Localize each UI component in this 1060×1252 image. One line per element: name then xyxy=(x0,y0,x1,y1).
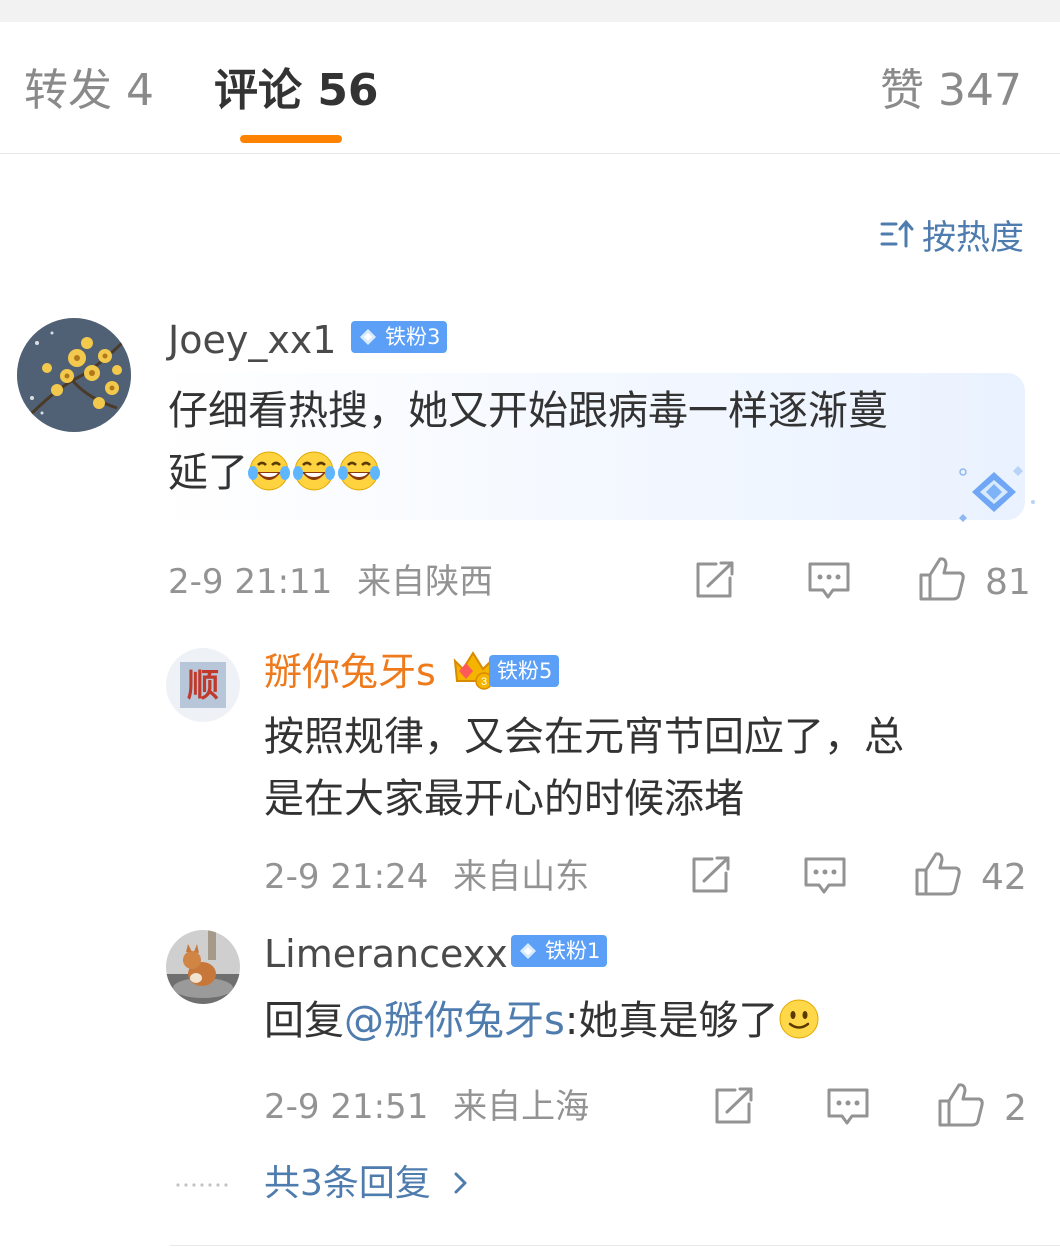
tab-comments[interactable]: 评论 56 xyxy=(214,64,379,118)
reply-meta: 2-9 21:24 来自山东 xyxy=(264,857,589,897)
sort-icon xyxy=(880,219,914,248)
more-replies-label: 共3条回复 xyxy=(264,1163,431,1204)
sort-button[interactable]: 按热度 xyxy=(880,214,1024,258)
fan-badge[interactable]: 铁粉5 xyxy=(489,655,560,687)
divider xyxy=(170,1245,1060,1246)
smile-emoji-icon xyxy=(779,999,819,1039)
like-count: 2 xyxy=(1004,1088,1027,1129)
fan-badge[interactable]: 铁粉1 xyxy=(511,935,608,967)
comment-text-line-2-text: 延了 xyxy=(168,450,248,496)
like-icon[interactable] xyxy=(918,556,966,602)
fan-badge-label: 铁粉1 xyxy=(545,939,601,963)
dotted-line xyxy=(176,1183,228,1187)
reply-text: 回复@掰你兔牙s:她真是够了 xyxy=(264,990,1024,1052)
share-icon[interactable] xyxy=(690,855,732,895)
sort-label: 按热度 xyxy=(922,217,1024,258)
laugh-cry-emoji-icon xyxy=(248,450,380,492)
reply-time: 2-9 21:24 xyxy=(264,857,429,897)
fan-badge[interactable]: 铁粉3 xyxy=(351,321,448,353)
reply-username[interactable]: Limerancexx xyxy=(264,932,508,976)
reply-time: 2-9 21:51 xyxy=(264,1087,429,1127)
comment-time: 2-9 21:11 xyxy=(168,562,333,602)
tab-bar: 转发 4 评论 56 赞 347 xyxy=(0,22,1060,154)
like-count: 81 xyxy=(985,562,1031,603)
svg-text:3: 3 xyxy=(481,676,487,688)
mention-link[interactable]: @掰你兔牙s xyxy=(344,998,565,1044)
avatar-text: 顺 xyxy=(180,662,226,708)
fan-badge-label: 铁粉5 xyxy=(497,659,553,683)
comment-icon[interactable] xyxy=(807,560,851,602)
comment-username[interactable]: Joey_xx1 xyxy=(168,318,336,362)
avatar[interactable] xyxy=(17,318,131,432)
comment-meta: 2-9 21:11 来自陕西 xyxy=(168,562,493,602)
share-icon[interactable] xyxy=(694,560,736,600)
comment-icon[interactable] xyxy=(826,1086,870,1128)
like-icon[interactable] xyxy=(914,851,962,897)
reply-meta: 2-9 21:51 来自上海 xyxy=(264,1087,589,1127)
like-count: 42 xyxy=(981,857,1027,898)
reply-username[interactable]: 掰你兔牙s xyxy=(264,650,436,694)
diamond-icon xyxy=(520,943,536,959)
reply-location: 来自山东 xyxy=(453,857,590,897)
reply-avatar[interactable]: 顺 xyxy=(166,648,240,722)
top-strip xyxy=(0,0,1060,22)
comment-text-line-1: 仔细看热搜，她又开始跟病毒一样逐渐蔓 xyxy=(168,388,888,434)
comment-location: 来自陕西 xyxy=(357,562,494,602)
reply-text: 按照规律，又会在元宵节回应了，总 是在大家最开心的时候添堵 xyxy=(264,706,1004,830)
reply-text-line-2: 是在大家最开心的时候添堵 xyxy=(264,776,744,822)
share-icon[interactable] xyxy=(713,1086,755,1126)
comment-text: 仔细看热搜，她又开始跟病毒一样逐渐蔓 延了 xyxy=(168,380,998,504)
tab-reposts[interactable]: 转发 4 xyxy=(24,64,154,118)
reply-text-line-1: 按照规律，又会在元宵节回应了，总 xyxy=(264,714,904,760)
tab-likes[interactable]: 赞 347 xyxy=(880,64,1022,118)
fan-badge-label: 铁粉3 xyxy=(385,325,441,349)
like-icon[interactable] xyxy=(937,1082,985,1128)
reply-prefix: 回复 xyxy=(264,998,344,1044)
diamond-icon xyxy=(360,329,376,345)
reply-location: 来自上海 xyxy=(453,1087,590,1127)
comment-icon[interactable] xyxy=(803,855,847,897)
more-replies-link[interactable]: 共3条回复 xyxy=(264,1162,470,1206)
reply-body: :她真是够了 xyxy=(564,998,779,1044)
active-tab-indicator xyxy=(240,135,342,143)
comment-text-line-2: 延了 xyxy=(168,442,998,504)
reply-avatar[interactable] xyxy=(166,930,240,1004)
chevron-right-icon xyxy=(454,1172,467,1194)
